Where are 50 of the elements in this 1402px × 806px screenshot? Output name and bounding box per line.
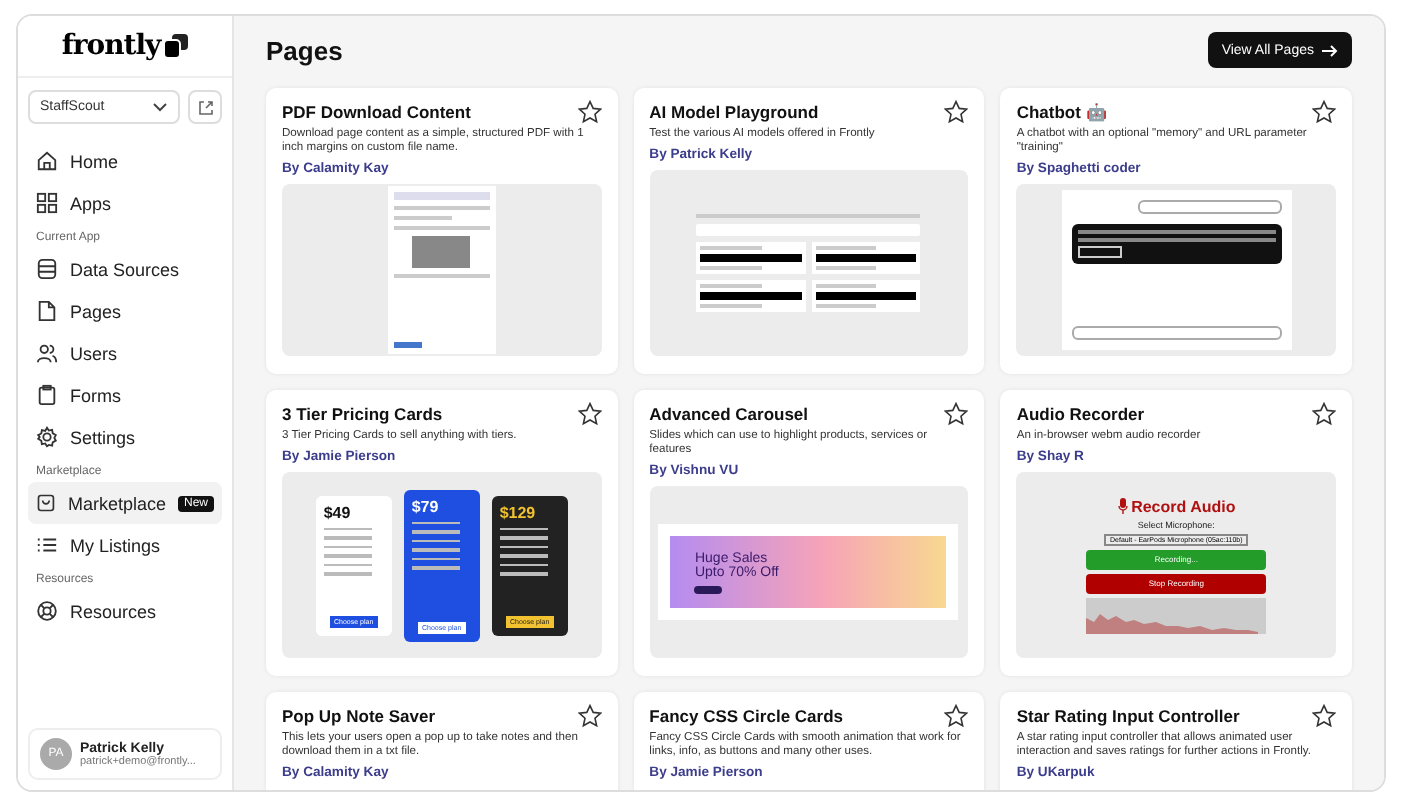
star-icon[interactable] [1312, 704, 1336, 728]
logo-text[interactable]: frontly [61, 30, 161, 62]
card-title: Fancy CSS Circle Cards [649, 706, 844, 726]
arrow-right-icon [1322, 43, 1338, 57]
star-icon[interactable] [944, 100, 969, 124]
nav-item[interactable]: Resources [28, 590, 222, 632]
star-icon[interactable] [577, 100, 602, 124]
nav-item[interactable]: Settings [28, 416, 222, 458]
home-icon [36, 150, 58, 172]
recorder-heading: Record Audio [1131, 497, 1236, 516]
list-icon [36, 534, 58, 556]
users-icon [36, 342, 58, 364]
card-title: Advanced Carousel [649, 404, 809, 424]
star-icon[interactable] [944, 704, 969, 728]
forms-icon [36, 384, 58, 406]
price-text: $49 [323, 503, 353, 522]
card-title: AI Model Playground [649, 102, 819, 122]
price-text: $129 [499, 503, 538, 522]
nav-item[interactable]: Data Sources [28, 248, 222, 290]
apps-icon [36, 192, 58, 214]
external-link-icon [197, 99, 213, 115]
card-title: Audio Recorder [1016, 404, 1145, 424]
price-text: $79 [411, 497, 441, 516]
slide-button [694, 585, 723, 594]
chevron-down-icon [152, 102, 168, 112]
card-title: Pop Up Note Saver [282, 706, 436, 726]
gear-icon [36, 426, 58, 448]
star-icon[interactable] [1312, 100, 1336, 124]
nav-item[interactable]: Home [28, 140, 222, 182]
card-title: PDF Download Content [282, 102, 471, 122]
market-icon [36, 492, 56, 514]
help-icon [36, 600, 58, 622]
star-icon[interactable] [944, 402, 969, 426]
nav-item[interactable]: Users [28, 332, 222, 374]
star-icon[interactable] [577, 704, 602, 728]
nav-item[interactable]: My Listings [28, 524, 222, 566]
microphone-icon [1117, 498, 1128, 515]
card-title: 3 Tier Pricing Cards [282, 404, 443, 424]
nav-item[interactable]: Pages [28, 290, 222, 332]
logo-icon [164, 34, 189, 58]
db-icon [36, 258, 58, 280]
external-link-button[interactable] [188, 90, 222, 124]
page-title: Pages [266, 35, 343, 65]
page-icon [36, 300, 58, 322]
star-icon[interactable] [1312, 402, 1336, 426]
nav-item[interactable]: Apps [28, 182, 222, 224]
card-title: Chatbot 🤖 [1016, 102, 1108, 122]
nav-item[interactable]: Forms [28, 374, 222, 416]
card-title: Star Rating Input Controller [1016, 706, 1240, 726]
star-icon[interactable] [577, 402, 602, 426]
